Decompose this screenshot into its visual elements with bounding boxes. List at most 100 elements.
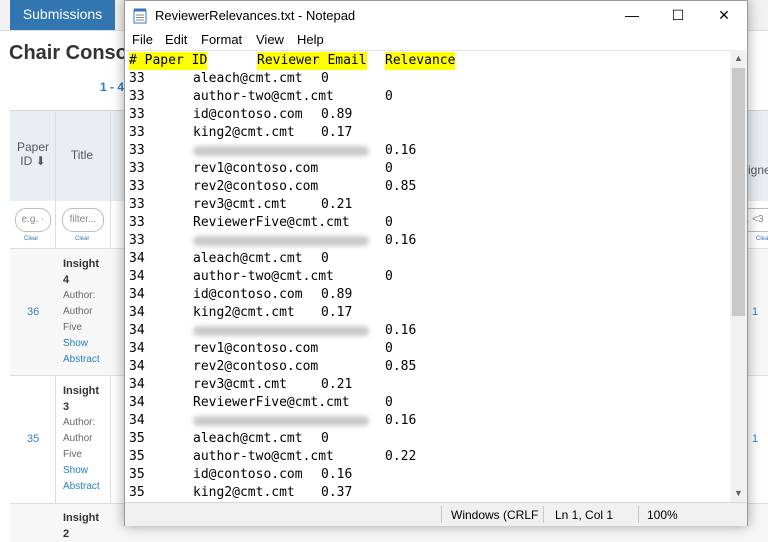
menu-file[interactable]: File xyxy=(132,32,153,47)
status-divider xyxy=(638,506,639,523)
reviewer-email-value: king2@cmt.cmt xyxy=(193,125,295,140)
menu-view[interactable]: View xyxy=(256,32,284,47)
text-line: 34 ReviewerFive@cmt.cmt 0 xyxy=(129,394,729,412)
relevance-value: 0.16 xyxy=(321,467,353,482)
close-icon: ✕ xyxy=(718,7,730,23)
relevance-value: 0.16 xyxy=(385,413,417,428)
paper-id-link[interactable]: 36 xyxy=(27,306,39,318)
relevance-value: 0.16 xyxy=(385,323,417,338)
maximize-button[interactable]: ☐ xyxy=(655,1,701,30)
clear-title-filter-link[interactable]: Clear xyxy=(75,236,89,242)
clear-assigned-filter-link[interactable]: Clear xyxy=(756,236,768,242)
reviewer-email-value: aleach@cmt.cmt xyxy=(193,71,303,86)
relevance-value: 0.89 xyxy=(321,107,353,122)
text-line: 34 king2@cmt.cmt 0.17 xyxy=(129,304,729,322)
status-zoom: 100% xyxy=(647,508,678,522)
author-name-2: Five xyxy=(63,449,82,460)
menu-format[interactable]: Format xyxy=(201,32,242,47)
relevance-value: 0 xyxy=(385,89,393,104)
paper-id-value: 34 xyxy=(129,305,145,320)
paper-id-value: 33 xyxy=(129,179,145,194)
redaction-blur xyxy=(193,146,369,156)
filter-paper-id-input[interactable]: e.g. · xyxy=(15,208,51,232)
paper-id-value: 33 xyxy=(129,71,145,86)
relevance-value: 0 xyxy=(385,395,393,410)
relevance-value: 0.85 xyxy=(385,359,417,374)
paper-id-value: 34 xyxy=(129,287,145,302)
window-title: ReviewerRelevances.txt - Notepad xyxy=(155,8,356,23)
text-line: 33 rev1@contoso.com 0 xyxy=(129,160,729,178)
redacted-email xyxy=(193,142,369,162)
reviewer-email-value: ReviewerFive@cmt.cmt xyxy=(193,215,350,230)
header-title[interactable]: Title xyxy=(60,148,104,162)
paper-id-value: 34 xyxy=(129,269,145,284)
header-paper-id-text: # Paper ID xyxy=(129,52,208,70)
close-button[interactable]: ✕ xyxy=(701,1,747,30)
maximize-icon: ☐ xyxy=(671,7,685,23)
show-abstract-link-2[interactable]: Abstract xyxy=(63,481,100,492)
show-abstract-link[interactable]: Show xyxy=(63,465,88,476)
reviewer-email-value: rev3@cmt.cmt xyxy=(193,197,287,212)
notepad-window[interactable]: ReviewerRelevances.txt - Notepad — ☐ ✕ F… xyxy=(124,0,748,526)
redacted-email xyxy=(193,322,369,342)
scroll-down-icon[interactable]: ▼ xyxy=(730,485,747,502)
paper-title-num: 3 xyxy=(63,401,70,413)
text-line: 33 0.16 xyxy=(129,232,729,250)
filter-title-input[interactable]: filter... xyxy=(62,208,104,232)
paper-id-value: 34 xyxy=(129,341,145,356)
header-assigned[interactable]: igne xyxy=(748,163,768,177)
relevance-value: 0 xyxy=(321,71,329,86)
relevance-value: 0 xyxy=(385,341,393,356)
text-line: 33 rev2@contoso.com 0.85 xyxy=(129,178,729,196)
scrollbar-thumb[interactable] xyxy=(732,68,745,316)
text-line: 33 king2@cmt.cmt 0.17 xyxy=(129,124,729,142)
relevance-value: 0 xyxy=(385,161,393,176)
paper-id-value: 34 xyxy=(129,359,145,374)
paper-id-link[interactable]: 35 xyxy=(27,433,39,445)
pager[interactable]: 1 - 4 xyxy=(100,80,124,94)
menu-edit[interactable]: Edit xyxy=(165,32,187,47)
menu-help[interactable]: Help xyxy=(297,32,324,47)
status-divider xyxy=(441,506,442,523)
text-line: 34 0.16 xyxy=(129,322,729,340)
relevance-value: 0 xyxy=(385,269,393,284)
assigned-count[interactable]: 1 xyxy=(752,433,758,445)
paper-id-value: 33 xyxy=(129,161,145,176)
tab-submissions[interactable]: Submissions xyxy=(10,0,115,30)
redaction-blur xyxy=(193,236,369,246)
paper-title-link[interactable]: Insight 3 xyxy=(63,383,99,415)
clear-paper-filter-link[interactable]: Clear xyxy=(24,236,38,242)
paper-id-value: 34 xyxy=(129,413,145,428)
paper-id-value: 35 xyxy=(129,485,145,500)
show-abstract-link[interactable]: Show xyxy=(63,338,88,349)
reviewer-email-value: rev3@cmt.cmt xyxy=(193,377,287,392)
paper-id-value: 34 xyxy=(129,377,145,392)
redacted-email xyxy=(193,232,369,252)
paper-title-link[interactable]: Insight 4 xyxy=(63,256,99,288)
author-name-2: Five xyxy=(63,322,82,333)
paper-title-link[interactable]: Insight 2 xyxy=(63,510,99,542)
scroll-up-icon[interactable]: ▲ xyxy=(730,50,747,67)
text-line: 35 id@contoso.com 0.16 xyxy=(129,466,729,484)
reviewer-email-value: aleach@cmt.cmt xyxy=(193,251,303,266)
text-line: 33 author-two@cmt.cmt 0 xyxy=(129,88,729,106)
paper-id-value: 33 xyxy=(129,215,145,230)
author-label: Author: xyxy=(63,417,96,428)
relevance-value: 0.17 xyxy=(321,305,353,320)
show-abstract-link-2[interactable]: Abstract xyxy=(63,354,100,365)
paper-id-value: 33 xyxy=(129,125,145,140)
header-paper-id[interactable]: Paper ID ⬇ xyxy=(14,140,52,168)
relevance-value: 0.17 xyxy=(321,125,353,140)
relevance-value: 0 xyxy=(321,431,329,446)
text-line: 33 0.16 xyxy=(129,142,729,160)
title-bar[interactable]: ReviewerRelevances.txt - Notepad — ☐ ✕ xyxy=(125,1,747,30)
text-editor[interactable]: # Paper ID Reviewer Email Relevance 33 al… xyxy=(125,50,730,503)
vertical-scrollbar[interactable]: ▲ ▼ xyxy=(730,50,747,502)
reviewer-email-value: id@contoso.com xyxy=(193,107,303,122)
sort-down-icon: ⬇ xyxy=(35,154,46,168)
status-bar: Windows (CRLF) Ln 1, Col 1 100% xyxy=(125,502,747,526)
reviewer-email-value: rev2@contoso.com xyxy=(193,359,319,374)
minimize-button[interactable]: — xyxy=(609,1,655,30)
relevance-value: 0.22 xyxy=(385,449,417,464)
assigned-count[interactable]: 1 xyxy=(752,306,758,318)
